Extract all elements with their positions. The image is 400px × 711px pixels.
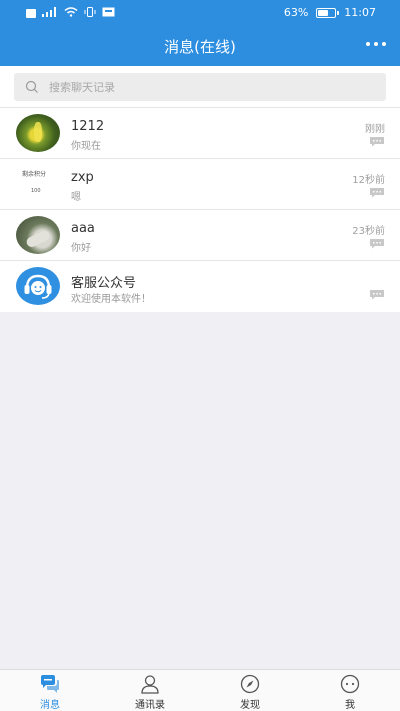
face-icon xyxy=(340,674,360,694)
vibrate-icon xyxy=(84,7,96,20)
tab-messages[interactable]: 消息 xyxy=(0,670,100,711)
chat-item-zxp[interactable]: 剩余积分 100 zxp 嗯 12秒前 xyxy=(0,159,400,210)
search-input[interactable] xyxy=(49,80,349,94)
tab-me[interactable]: 我 xyxy=(300,670,400,711)
tab-label: 发现 xyxy=(240,700,260,711)
chat-item-aaa[interactable]: aaa 你好 23秒前 xyxy=(0,210,400,261)
chat-item-1212[interactable]: 1212 你现在 刚刚 xyxy=(0,108,400,159)
avatar-card-title: 剩余积分 xyxy=(22,171,47,178)
avatar-card-value: 100 xyxy=(31,188,41,194)
message-icon xyxy=(370,137,384,147)
chat-time: 23秒前 xyxy=(352,226,385,237)
status-icons-right: 63% 11:07 xyxy=(284,6,376,19)
chat-name: zxp xyxy=(71,170,94,185)
chat-time: 12秒前 xyxy=(352,175,385,186)
clock: 11:07 xyxy=(344,6,376,19)
headset-icon xyxy=(24,274,52,299)
flower-photo-avatar xyxy=(16,114,60,152)
battery-percent: 63% xyxy=(283,6,309,19)
bottom-tab-bar: 消息 通讯录 发现 我 xyxy=(0,669,400,711)
chat-time: 刚刚 xyxy=(365,124,385,135)
chat-preview: 欢迎使用本软件！ xyxy=(71,294,151,305)
chat-preview: 你好 xyxy=(71,243,91,254)
customer-service-avatar xyxy=(16,267,60,305)
chat-name: aaa xyxy=(71,221,95,236)
person-icon xyxy=(141,675,159,694)
chat-item-customer-service[interactable]: 客服公众号 欢迎使用本软件！ xyxy=(0,261,400,312)
chat-name: 客服公众号 xyxy=(71,276,137,291)
chat-preview: 你现在 xyxy=(71,141,101,152)
notification-icon xyxy=(102,7,115,20)
search-icon xyxy=(25,80,39,94)
message-icon xyxy=(370,290,384,300)
more-options-icon[interactable] xyxy=(366,42,386,46)
tab-contacts[interactable]: 通讯录 xyxy=(100,670,200,711)
message-icon xyxy=(370,188,384,198)
page-title: 消息(在线) xyxy=(164,38,236,56)
hd-icon xyxy=(26,9,36,18)
battery-fill xyxy=(318,9,328,16)
hand-photo-avatar xyxy=(16,216,60,254)
search-bar xyxy=(0,66,400,108)
chat-list: 1212 你现在 刚刚 剩余积分 100 zxp 嗯 12秒前 aaa 你好 2… xyxy=(0,108,400,312)
status-bar: 63% 11:07 xyxy=(0,0,400,26)
tab-label: 我 xyxy=(345,700,355,711)
message-icon xyxy=(370,239,384,249)
search-box[interactable] xyxy=(14,73,386,101)
tab-discover[interactable]: 发现 xyxy=(200,670,300,711)
wifi-icon xyxy=(64,7,78,20)
status-icons-left xyxy=(26,7,115,20)
score-card-avatar: 剩余积分 100 xyxy=(16,162,60,206)
chat-name: 1212 xyxy=(71,119,105,134)
chat-bubbles-icon xyxy=(41,675,59,693)
battery-icon xyxy=(316,7,340,18)
tab-label: 通讯录 xyxy=(135,700,165,711)
chat-preview: 嗯 xyxy=(71,192,81,203)
signal-icon xyxy=(42,7,58,20)
compass-icon xyxy=(240,674,260,694)
app-header: 63% 11:07 消息(在线) xyxy=(0,0,400,66)
tab-label: 消息 xyxy=(40,700,60,711)
